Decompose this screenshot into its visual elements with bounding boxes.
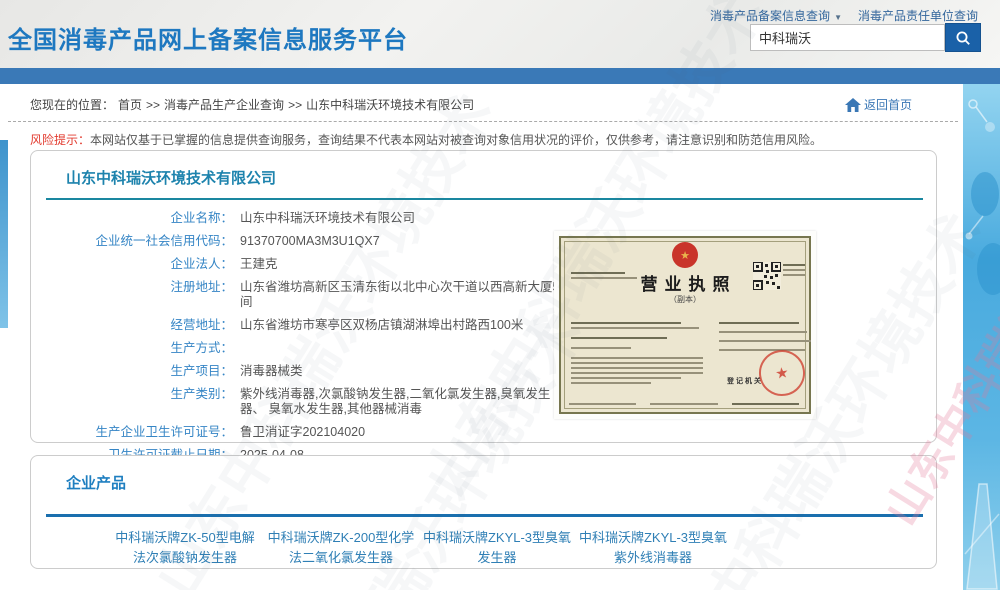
license-subtitle: （副本） (561, 294, 809, 305)
field-label: 经营地址： (31, 318, 233, 333)
field-row: 生产类别：紫外线消毒器,次氯酸钠发生器,二氧化氯发生器,臭氧发生器、 臭氧水发生… (31, 387, 591, 417)
product-link[interactable]: 中科瑞沃牌ZK-200型化学法二氧化氯发生器 (265, 528, 417, 567)
back-home-label: 返回首页 (864, 96, 912, 113)
license-footnote-lines (569, 403, 799, 408)
field-label: 企业统一社会信用代码： (31, 234, 233, 249)
breadcrumb-current: 山东中科瑞沃环境技术有限公司 (306, 98, 474, 112)
field-row: 企业名称：山东中科瑞沃环境技术有限公司 (31, 211, 591, 226)
home-icon (845, 98, 861, 112)
risk-notice-label: 风险提示： (30, 133, 90, 147)
product-link[interactable]: 中科瑞沃牌ZKYL-3型臭氧发生器 (421, 528, 573, 567)
company-title: 山东中科瑞沃环境技术有限公司 (66, 167, 276, 188)
field-label: 企业名称： (31, 211, 233, 226)
field-value: 消毒器械类 (233, 364, 303, 379)
field-value (233, 341, 240, 356)
site-title: 全国消毒产品网上备案信息服务平台 (8, 20, 408, 55)
field-row: 生产企业卫生许可证号：鲁卫消证字202104020 (31, 425, 591, 440)
right-decorative-strip (963, 84, 1000, 590)
nav-unit-query-link[interactable]: 消毒产品责任单位查询 (858, 9, 978, 23)
page: 全国消毒产品网上备案信息服务平台 消毒产品备案信息查询 ▼ 消毒产品责任单位查询 (0, 0, 1000, 590)
breadcrumb: 您现在的位置： 首页 >> 消毒产品生产企业查询 >> 山东中科瑞沃环境技术有限公司 (30, 96, 478, 113)
field-label: 企业法人： (31, 257, 233, 272)
field-row: 注册地址：山东省潍坊高新区玉清东街以北中心次干道以西高新大厦502房间 (31, 280, 591, 310)
license-issuer-label: 登记机关 (727, 376, 763, 386)
field-row: 企业法人：王建克 (31, 257, 591, 272)
company-fields: 企业名称：山东中科瑞沃环境技术有限公司 企业统一社会信用代码：91370700M… (31, 211, 591, 471)
back-home-link[interactable]: 返回首页 (845, 96, 912, 113)
risk-notice: 风险提示：本网站仅基于已掌握的信息提供查询服务，查询结果不代表本网站对被查询对象… (30, 131, 950, 148)
products-title-rule (46, 514, 923, 517)
breadcrumb-label: 您现在的位置： (30, 98, 114, 112)
risk-notice-text: 本网站仅基于已掌握的信息提供查询服务，查询结果不代表本网站对被查询对象信用状况的… (90, 133, 822, 147)
field-value: 王建克 (233, 257, 278, 272)
nav-filing-query-link[interactable]: 消毒产品备案信息查询 (710, 9, 830, 23)
business-license-certificate: ★ 营业执照 （副本） (559, 236, 811, 414)
field-value: 山东中科瑞沃环境技术有限公司 (233, 211, 415, 226)
license-right-fields (719, 322, 811, 354)
field-row: 生产方式： (31, 341, 591, 356)
header: 全国消毒产品网上备案信息服务平台 消毒产品备案信息查询 ▼ 消毒产品责任单位查询 (0, 0, 1000, 68)
field-label: 生产类别： (31, 387, 233, 417)
qr-code-icon (753, 262, 781, 290)
breadcrumb-separator: >> (146, 98, 160, 112)
field-row: 经营地址：山东省潍坊市寒亭区双杨店镇湖淋埠出村路西100米 (31, 318, 591, 333)
header-accent-bar (0, 68, 1000, 84)
field-value: 山东省潍坊高新区玉清东街以北中心次干道以西高新大厦502房间 (233, 280, 591, 310)
left-decorative-strip (0, 140, 8, 328)
products-title: 企业产品 (66, 472, 126, 493)
company-info-panel: 山东中科瑞沃环境技术有限公司 企业名称：山东中科瑞沃环境技术有限公司 企业统一社… (30, 150, 937, 443)
national-emblem-icon: ★ (672, 242, 698, 268)
search-input[interactable] (750, 24, 945, 51)
field-value: 山东省潍坊市寒亭区双杨店镇湖淋埠出村路西100米 (233, 318, 523, 333)
breadcrumb-separator: >> (288, 98, 302, 112)
field-label: 生产方式： (31, 341, 233, 356)
field-row: 企业统一社会信用代码：91370700MA3M3U1QX7 (31, 234, 591, 249)
products-panel: 企业产品 中科瑞沃牌ZK-50型电解法次氯酸钠发生器 中科瑞沃牌ZK-200型化… (30, 455, 937, 569)
field-value: 紫外线消毒器,次氯酸钠发生器,二氧化氯发生器,臭氧发生器、 臭氧水发生器,其他器… (233, 387, 568, 417)
license-left-fields (571, 322, 706, 387)
product-link[interactable]: 中科瑞沃牌ZKYL-3型臭氧紫外线消毒器 (577, 528, 729, 567)
chevron-down-icon: ▼ (834, 13, 842, 22)
top-nav: 消毒产品备案信息查询 ▼ 消毒产品责任单位查询 (710, 7, 978, 24)
business-license-image: ★ 营业执照 （副本） (554, 231, 816, 419)
product-list: 中科瑞沃牌ZK-50型电解法次氯酸钠发生器 中科瑞沃牌ZK-200型化学法二氧化… (109, 528, 869, 567)
field-value: 鲁卫消证字202104020 (233, 425, 365, 440)
field-value: 91370700MA3M3U1QX7 (233, 234, 380, 249)
search-button[interactable] (945, 23, 981, 52)
company-title-rule (46, 198, 923, 200)
search-icon (954, 29, 972, 47)
license-serial-lines (783, 264, 805, 279)
dashed-divider (8, 121, 958, 122)
breadcrumb-category-link[interactable]: 消毒产品生产企业查询 (164, 98, 284, 112)
breadcrumb-home-link[interactable]: 首页 (118, 98, 142, 112)
field-row: 生产项目：消毒器械类 (31, 364, 591, 379)
chemistry-art-icon (963, 84, 1000, 590)
license-code-lines (571, 272, 631, 282)
field-label: 注册地址： (31, 280, 233, 310)
product-link[interactable]: 中科瑞沃牌ZK-50型电解法次氯酸钠发生器 (109, 528, 261, 567)
field-label: 生产项目： (31, 364, 233, 379)
field-label: 生产企业卫生许可证号： (31, 425, 233, 440)
